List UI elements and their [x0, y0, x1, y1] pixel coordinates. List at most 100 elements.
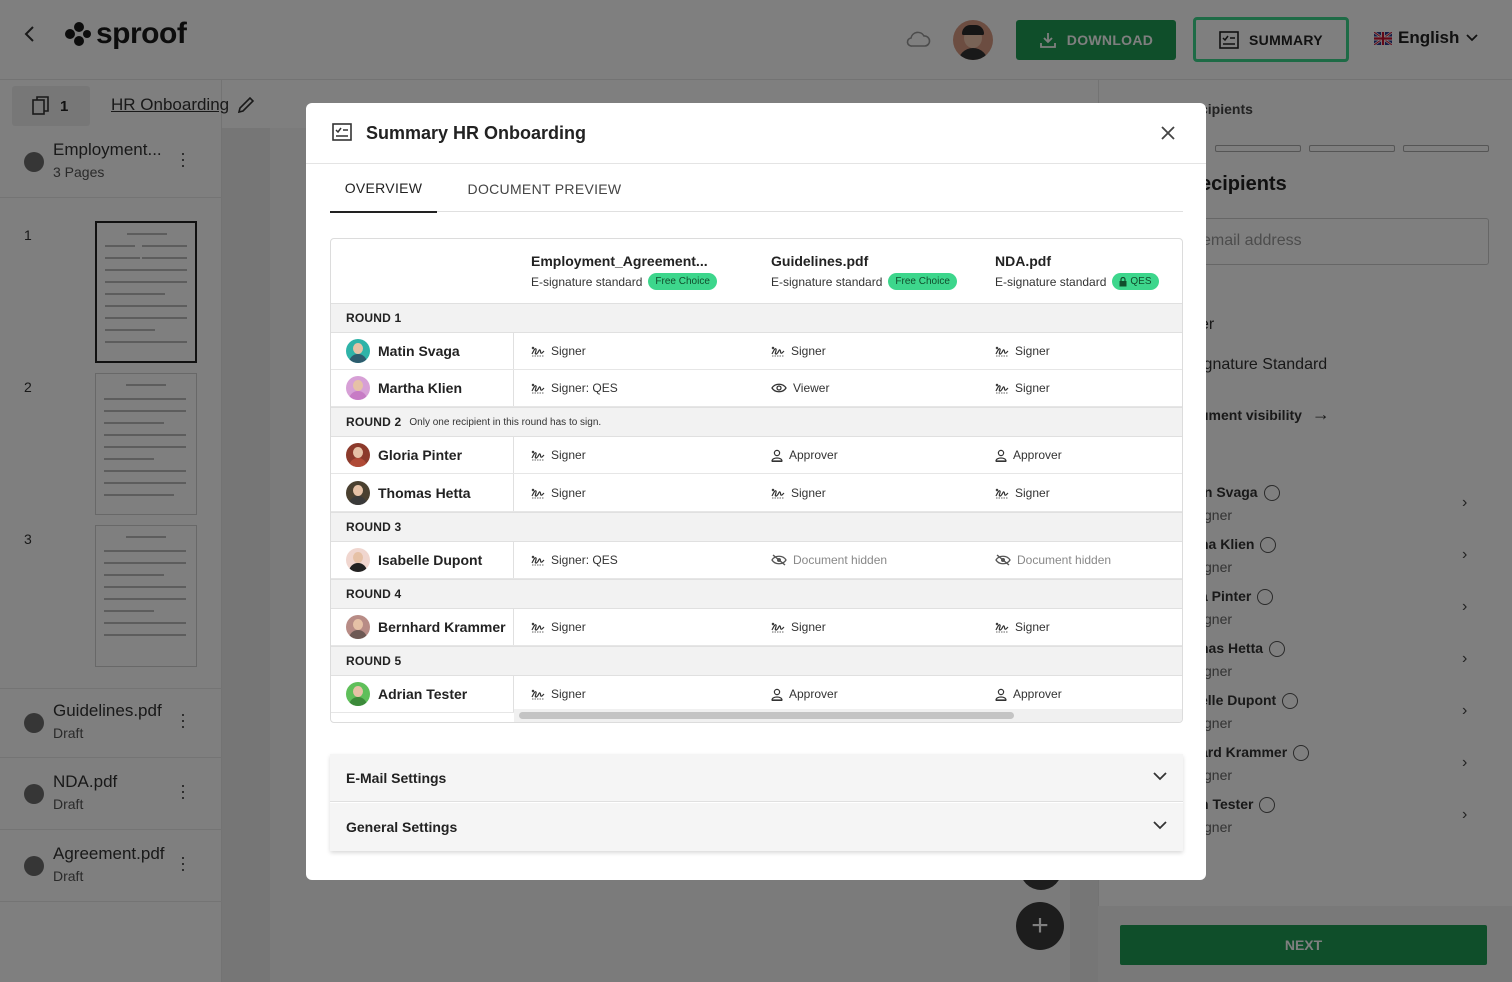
general-settings-accordion[interactable]: General Settings [330, 803, 1183, 851]
role-label: Signer: QES [551, 553, 618, 567]
role-cell: Document hidden [771, 542, 887, 578]
table-row: Matin Svaga Signer Signer Signer [331, 333, 1182, 370]
signature-icon [995, 345, 1009, 357]
role-label: Signer [1015, 381, 1050, 395]
tab-label: DOCUMENT PREVIEW [467, 181, 622, 197]
recipients-table: Employment_Agreement... E-signature stan… [330, 238, 1183, 723]
column-standard: E-signature standard [771, 274, 883, 289]
avatar [346, 615, 370, 639]
role-label: Signer [551, 620, 586, 634]
round-header: ROUND 4 [331, 579, 1182, 609]
role-cell: Signer [771, 609, 826, 645]
role-label: Signer [551, 485, 586, 500]
role-cell: Signer [531, 333, 586, 369]
table-row: Thomas Hetta Signer Signer Signer [331, 474, 1182, 512]
recipient-cell: Bernhard Krammer [331, 609, 514, 645]
eye-icon [771, 382, 787, 394]
accordion-label: E-Mail Settings [346, 769, 447, 786]
role-cell: Approver [995, 676, 1062, 712]
round-label: ROUND 3 [346, 520, 402, 534]
role-label: Approver [789, 448, 838, 462]
close-icon[interactable] [1158, 123, 1178, 143]
role-cell: Document hidden [995, 542, 1111, 578]
role-label: Signer [551, 448, 586, 462]
person-icon [995, 449, 1007, 462]
signature-icon [771, 621, 785, 633]
qes-badge: QES [1112, 273, 1159, 290]
role-cell: Signer [531, 609, 586, 645]
chevron-down-icon [1153, 821, 1167, 830]
recipient-cell: Gloria Pinter [331, 437, 514, 473]
email-settings-accordion[interactable]: E-Mail Settings [330, 754, 1183, 802]
round-header: ROUND 3 [331, 512, 1182, 542]
round-label: ROUND 2 [346, 415, 402, 429]
role-label: Signer [1015, 485, 1050, 500]
recipient-cell: Adrian Tester [331, 676, 514, 712]
signature-icon [531, 621, 545, 633]
role-label: Approver [1013, 448, 1062, 462]
signature-icon [995, 487, 1009, 499]
role-cell: Signer [995, 609, 1050, 645]
tab-document-preview[interactable]: DOCUMENT PREVIEW [457, 165, 632, 213]
role-label: Signer [791, 620, 826, 634]
avatar [346, 480, 370, 505]
table-row: Bernhard Krammer Signer Signer Signer [331, 609, 1182, 646]
column-standard: E-signature standard [531, 274, 643, 289]
document-column-header: NDA.pdf E-signature standard QES [995, 253, 1159, 290]
scrollbar-thumb[interactable] [519, 712, 1014, 719]
column-file-name: Employment_Agreement... [531, 253, 708, 269]
signature-icon [531, 382, 545, 394]
column-file-name: NDA.pdf [995, 253, 1051, 269]
role-cell: Approver [771, 437, 838, 473]
round-header: ROUND 2 Only one recipient in this round … [331, 407, 1182, 437]
table-row: Adrian Tester Signer Approver Approver [331, 676, 1182, 713]
role-label: Approver [789, 687, 838, 701]
role-cell: Signer [771, 474, 826, 511]
role-label: Viewer [793, 381, 830, 395]
round-label: ROUND 4 [346, 587, 402, 601]
role-cell: Signer [995, 370, 1050, 406]
badge-label: QES [1130, 276, 1152, 287]
badge-label: Free Choice [655, 276, 710, 287]
signature-icon [531, 345, 545, 357]
role-label: Document hidden [1017, 553, 1112, 567]
role-cell: Signer [531, 676, 586, 712]
role-label: Signer [791, 485, 826, 500]
recipient-cell: Thomas Hetta [331, 474, 514, 511]
signature-icon [531, 487, 545, 499]
signature-icon [531, 554, 545, 566]
recipient-name: Martha Klien [378, 380, 463, 396]
tab-overview[interactable]: OVERVIEW [330, 165, 437, 213]
role-cell: Signer [531, 474, 586, 511]
summary-dialog: Summary HR Onboarding OVERVIEW DOCUMENT … [306, 103, 1206, 880]
recipient-cell: Matin Svaga [331, 333, 514, 369]
dialog-header: Summary HR Onboarding [306, 103, 1206, 164]
role-cell: Approver [995, 437, 1062, 473]
role-cell: Approver [771, 676, 838, 712]
signature-icon [771, 345, 785, 357]
round-label: ROUND 1 [346, 311, 402, 325]
role-cell: Signer [995, 474, 1050, 511]
eye-off-icon [771, 554, 787, 566]
round-header: ROUND 1 [331, 303, 1182, 333]
person-icon [771, 688, 783, 701]
recipient-name: Adrian Tester [378, 686, 468, 702]
badge-label: Free Choice [895, 276, 950, 287]
role-label: Document hidden [793, 553, 888, 567]
table-row: Gloria Pinter Signer Approver Approver [331, 437, 1182, 474]
role-cell: Signer: QES [531, 542, 618, 578]
role-cell: Viewer [771, 370, 829, 406]
recipient-cell: Martha Klien [331, 370, 514, 406]
column-file-name: Guidelines.pdf [771, 253, 869, 269]
recipient-name: Isabelle Dupont [378, 552, 483, 568]
role-label: Signer [1015, 344, 1050, 358]
role-cell: Signer [531, 437, 586, 473]
column-standard: E-signature standard [995, 274, 1107, 289]
dialog-tabs: OVERVIEW DOCUMENT PREVIEW [330, 165, 1183, 213]
recipient-name: Thomas Hetta [378, 484, 471, 501]
table-row: Isabelle Dupont Signer: QES Document hidde… [331, 542, 1182, 579]
free-choice-badge: Free Choice [648, 273, 717, 290]
person-icon [771, 449, 783, 462]
signature-icon [771, 487, 785, 499]
signature-icon [531, 449, 545, 461]
